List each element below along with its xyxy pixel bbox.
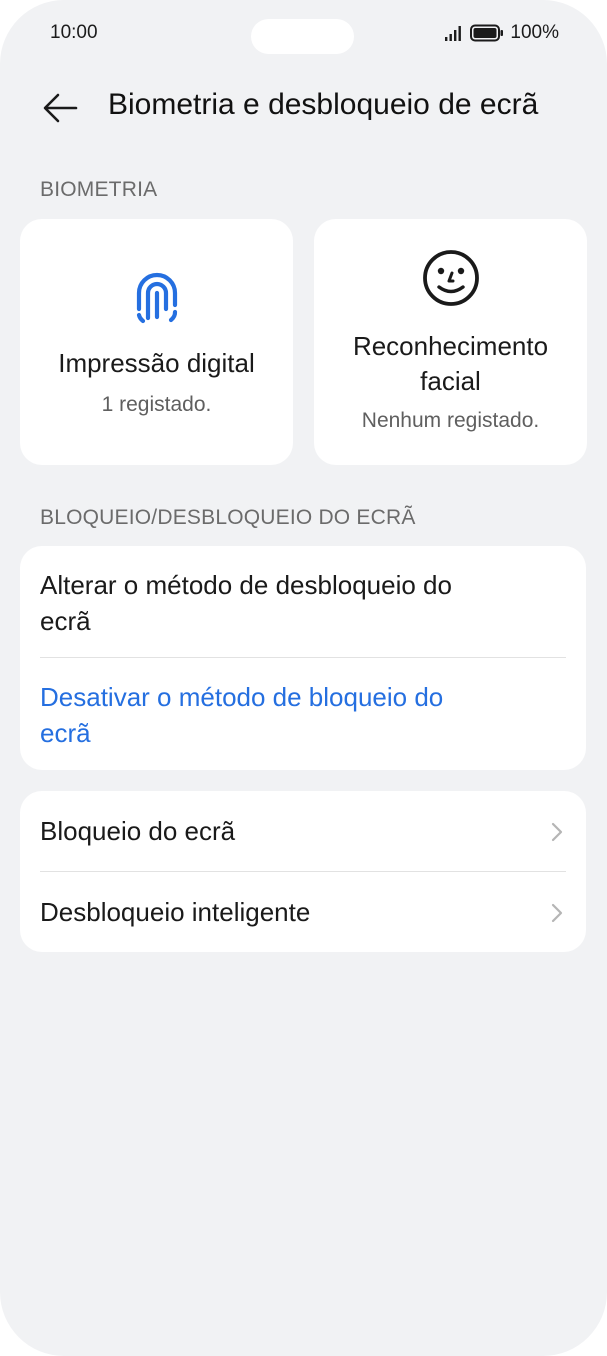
fingerprint-card[interactable]: Impressão digital 1 registado.: [20, 219, 293, 465]
smart-unlock-label: Desbloqueio inteligente: [40, 897, 311, 927]
lock-method-card: Alterar o método de desbloqueio do ecrã …: [20, 546, 586, 770]
chevron-right-icon: [551, 822, 563, 842]
camera-cutout: [251, 19, 354, 54]
status-time: 10:00: [50, 22, 98, 43]
chevron-right-icon: [551, 903, 563, 923]
smiley-face-icon: [422, 250, 479, 306]
divider: [40, 871, 566, 872]
screen-lock-item[interactable]: Bloqueio do ecrã: [40, 813, 566, 849]
fingerprint-title: Impressão digital: [58, 348, 255, 378]
fingerprint-subtitle: 1 registado.: [101, 393, 212, 416]
app-header: Biometria e desbloqueio de ecrã: [0, 72, 607, 142]
divider: [40, 657, 566, 658]
battery-icon: [470, 24, 504, 42]
lock-settings-card: Bloqueio do ecrã Desbloqueio inteligente: [20, 791, 586, 952]
face-recognition-card[interactable]: Reconhecimento facial Nenhum registado.: [314, 219, 587, 465]
disable-lock-method-line2: ecrã: [40, 718, 91, 748]
face-recognition-title-line1: Reconhecimento: [352, 331, 549, 361]
status-indicators: 100%: [444, 22, 559, 44]
lock-section-label: BLOQUEIO/DESBLOQUEIO DO ECRÃ: [40, 506, 416, 529]
change-unlock-method-line1: Alterar o método de desbloqueio do: [40, 570, 452, 600]
phone-screen: 10:00 100% Biometria e desbloqueio de ec…: [0, 0, 607, 1356]
disable-lock-method-item[interactable]: Desativar o método de bloqueio do ecrã: [40, 679, 566, 751]
biometrics-section-label: BIOMETRIA: [40, 178, 158, 201]
smart-unlock-item[interactable]: Desbloqueio inteligente: [40, 894, 566, 930]
change-unlock-method-item[interactable]: Alterar o método de desbloqueio do ecrã: [40, 567, 566, 639]
arrow-left-icon: [43, 93, 78, 123]
disable-lock-method-line1: Desativar o método de bloqueio do: [40, 682, 444, 712]
change-unlock-method-line2: ecrã: [40, 606, 91, 636]
back-button[interactable]: [38, 86, 82, 130]
fingerprint-icon: [136, 272, 177, 324]
face-recognition-title-line2: facial: [420, 366, 481, 396]
page-title: Biometria e desbloqueio de ecrã: [108, 88, 539, 121]
status-bar: 10:00 100%: [0, 0, 607, 70]
screen-lock-label: Bloqueio do ecrã: [40, 816, 236, 846]
face-recognition-subtitle: Nenhum registado.: [361, 409, 540, 432]
signal-icon: [445, 26, 462, 41]
battery-percentage: 100%: [510, 22, 559, 43]
